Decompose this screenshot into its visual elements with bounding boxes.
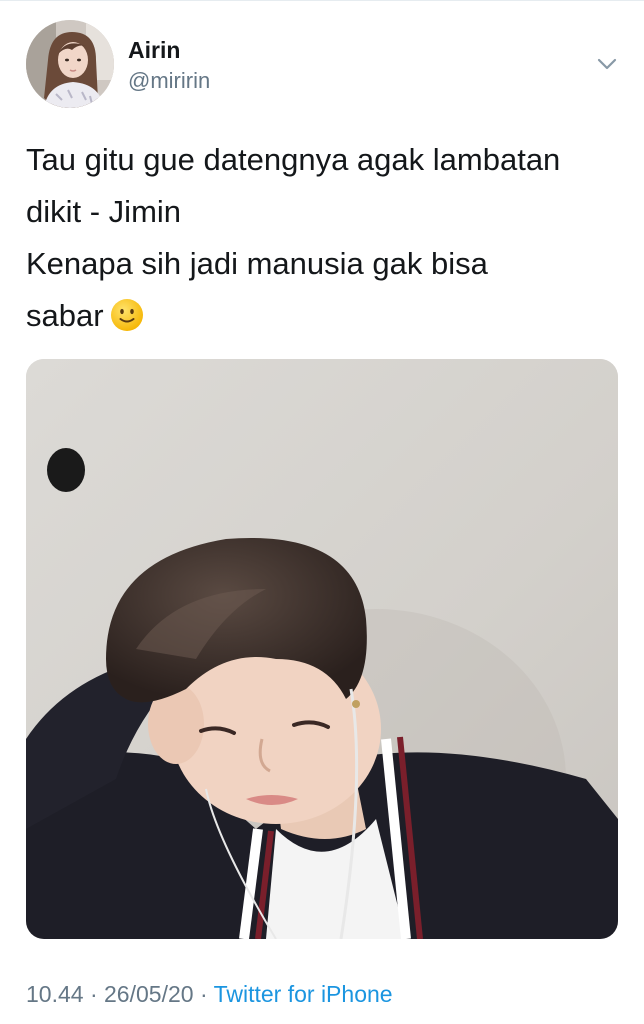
- smiling-face-emoji-icon: [110, 296, 144, 331]
- tweet-metadata: 10.44 · 26/05/20 · Twitter for iPhone: [26, 979, 393, 1009]
- tweet-time: 10.44: [26, 981, 84, 1007]
- tweet-text: Tau gitu gue datengnya agak lambatan dik…: [26, 134, 626, 342]
- meta-separator: ·: [89, 981, 98, 1007]
- tweet-text-line: dikit - Jimin: [26, 194, 182, 229]
- tweet-date: 26/05/20: [104, 981, 194, 1007]
- meta-separator: ·: [199, 981, 208, 1007]
- top-divider: [0, 0, 644, 1]
- author-handle[interactable]: @miririn: [128, 68, 210, 94]
- tweet-source-link[interactable]: Twitter for iPhone: [214, 981, 393, 1007]
- tweet-text-line: Kenapa sih jadi manusia gak bisa: [26, 246, 488, 281]
- tweet-text-line: sabar: [26, 298, 104, 333]
- author-display-name[interactable]: Airin: [128, 37, 180, 63]
- tweet-photo[interactable]: [26, 359, 618, 939]
- avatar[interactable]: [26, 20, 114, 108]
- chevron-down-icon[interactable]: [592, 52, 622, 76]
- tweet-text-last-line: sabar: [26, 290, 626, 342]
- tweet-text-line: Tau gitu gue datengnya agak lambatan: [26, 142, 561, 177]
